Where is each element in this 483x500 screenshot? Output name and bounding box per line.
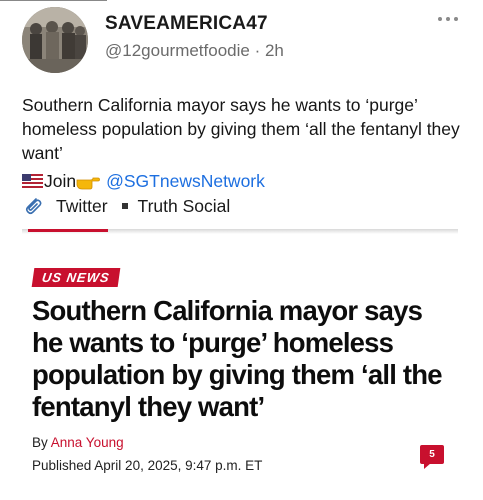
- join-line: Join @SGTnewsNetwork: [22, 170, 265, 192]
- bullet-icon: [121, 203, 128, 209]
- ellipsis-icon[interactable]: [436, 12, 464, 26]
- join-label: Join: [44, 171, 77, 191]
- separator: ·: [249, 41, 265, 60]
- truth-social-link[interactable]: Truth Social: [138, 196, 231, 216]
- post-time: 2h: [264, 41, 284, 60]
- article-headline[interactable]: Southern California mayor says he wants …: [32, 295, 452, 423]
- display-name[interactable]: SAVEAMERICA47: [105, 13, 268, 35]
- top-divider: [0, 0, 107, 1]
- links-line: Twitter Truth Social: [22, 195, 230, 217]
- comment-count: 5: [420, 445, 444, 464]
- post-text: Southern California mayor says he wants …: [22, 95, 460, 163]
- byline: By Anna Young: [32, 435, 124, 450]
- news-category-tag[interactable]: US NEWS: [31, 268, 121, 287]
- twitter-link[interactable]: Twitter: [56, 196, 108, 216]
- avatar[interactable]: [22, 7, 88, 73]
- handle-and-time: @12gourmetfoodie · 2h: [105, 41, 284, 61]
- paperclip-icon: [22, 195, 44, 217]
- author-link[interactable]: Anna Young: [51, 435, 124, 450]
- pointing-hand-icon: [76, 172, 101, 190]
- comment-bubble-icon: [424, 463, 431, 469]
- handle[interactable]: @12gourmetfoodie: [105, 41, 250, 60]
- card-accent-bar: [28, 229, 108, 232]
- comment-count-badge[interactable]: 5: [420, 445, 444, 469]
- byline-prefix: By: [32, 435, 51, 450]
- us-flag-icon: [22, 171, 43, 188]
- mention-link[interactable]: @SGTnewsNetwork: [106, 171, 265, 191]
- published-date: Published April 20, 2025, 9:47 p.m. ET: [32, 458, 263, 473]
